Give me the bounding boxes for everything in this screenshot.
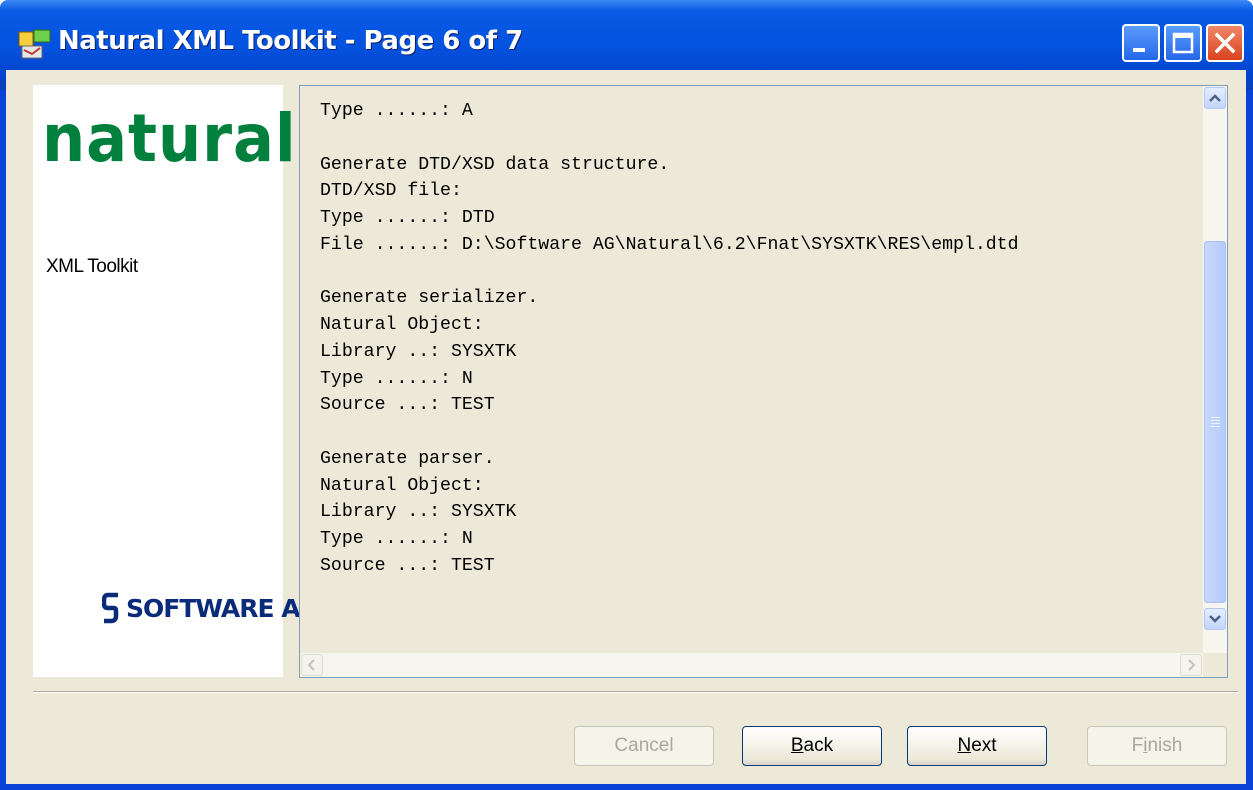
scrollbar-corner — [1203, 653, 1227, 677]
scroll-left-button[interactable] — [301, 654, 323, 676]
summary-line — [320, 419, 1200, 446]
software-ag-mark-icon — [102, 592, 119, 624]
software-ag-text: SOFTWARE AG — [126, 593, 320, 623]
next-button-accel: N — [957, 735, 972, 756]
close-button[interactable] — [1206, 24, 1244, 62]
window-title: Natural XML Toolkit - Page 6 of 7 — [58, 26, 523, 56]
chevron-left-icon — [307, 659, 315, 671]
separator-line — [33, 691, 1238, 693]
summary-line: Type ......: A — [320, 101, 473, 121]
summary-line: Generate serializer. — [320, 288, 539, 309]
summary-line — [320, 259, 1200, 286]
minimize-icon — [1133, 48, 1145, 52]
back-button[interactable]: Back — [742, 726, 882, 766]
summary-line: File ......: D:\Software AG\Natural\6.2\… — [320, 234, 1019, 255]
back-button-accel: B — [790, 735, 804, 756]
finish-button-label-end: nish — [1147, 735, 1183, 756]
summary-line: Type ......: N — [320, 368, 473, 389]
summary-line: Library ..: SYSXTK — [320, 502, 517, 523]
back-button-label: ack — [803, 735, 834, 756]
scroll-down-button[interactable] — [1204, 608, 1226, 630]
summary-line: Library ..: SYSXTK — [320, 341, 517, 362]
maximize-icon — [1172, 32, 1194, 54]
scroll-up-button[interactable] — [1204, 87, 1226, 109]
product-name: XML Toolkit — [46, 256, 138, 277]
next-button-label: ext — [971, 735, 997, 756]
cancel-button[interactable]: Cancel — [574, 726, 714, 766]
cancel-button-label: Cancel — [614, 735, 674, 756]
summary-line — [320, 125, 1200, 152]
summary-line: Generate DTD/XSD data structure. — [320, 154, 670, 175]
vertical-scrollbar[interactable] — [1203, 86, 1227, 654]
xml-toolkit-app-icon — [18, 29, 51, 59]
summary-line: Source ...: TEST — [320, 555, 495, 576]
summary-line: Type ......: N — [320, 529, 473, 549]
summary-line: Generate parser. — [320, 448, 495, 469]
summary-text: Type ......: A Generate DTD/XSD data str… — [320, 98, 1200, 638]
natural-logo: natural — [42, 100, 297, 177]
scroll-right-button[interactable] — [1180, 654, 1202, 676]
summary-line: DTD/XSD file: — [320, 181, 462, 202]
summary-line: Source ...: TEST — [320, 395, 495, 416]
maximize-button[interactable] — [1164, 24, 1202, 62]
vertical-scroll-thumb[interactable] — [1204, 241, 1226, 603]
summary-line: Natural Object: — [320, 475, 484, 496]
chevron-right-icon — [1188, 659, 1196, 671]
chevron-down-icon — [1209, 615, 1221, 623]
summary-line: Natural Object: — [320, 315, 484, 335]
wizard-window: Natural XML Toolkit - Page 6 of 7 natura… — [0, 0, 1253, 790]
horizontal-scrollbar[interactable] — [300, 653, 1203, 677]
summary-text-area[interactable]: Type ......: A Generate DTD/XSD data str… — [299, 85, 1228, 678]
chevron-up-icon — [1209, 94, 1221, 102]
finish-button[interactable]: Fi nish — [1087, 726, 1227, 766]
finish-button-label-start: F — [1131, 735, 1144, 756]
summary-line: Type ......: DTD — [320, 208, 495, 228]
next-button[interactable]: Next — [907, 726, 1047, 766]
close-icon — [1214, 32, 1236, 54]
software-ag-logo: SOFTWARE AG — [102, 592, 320, 624]
minimize-button[interactable] — [1122, 24, 1160, 62]
